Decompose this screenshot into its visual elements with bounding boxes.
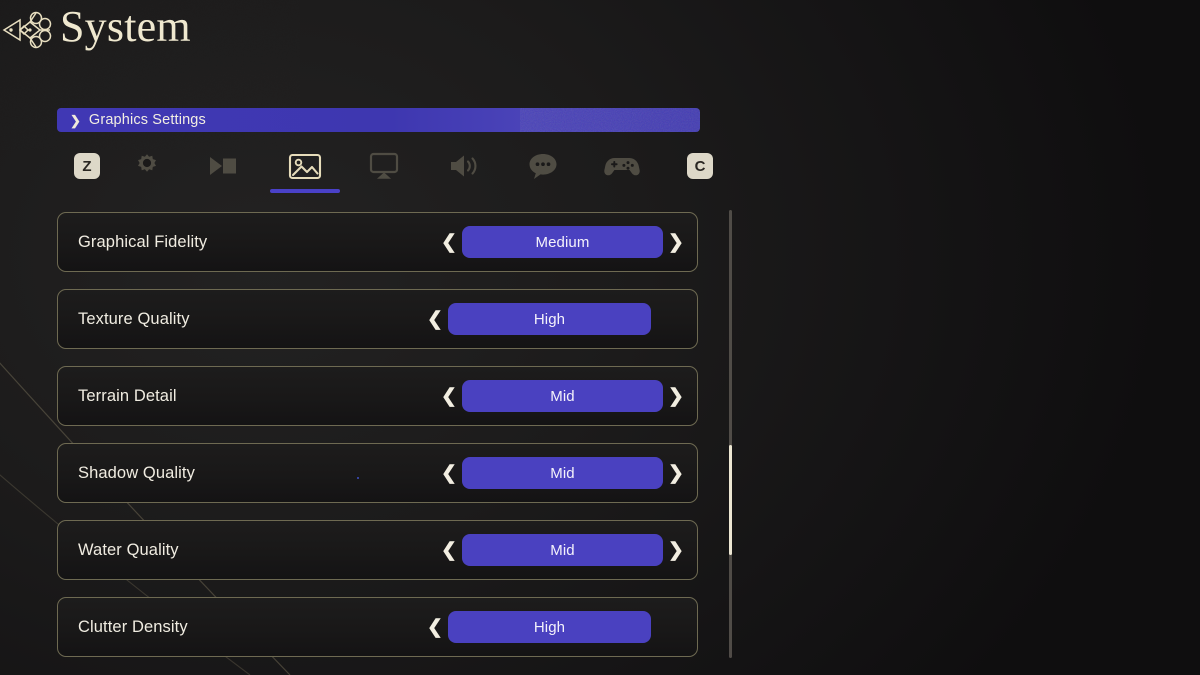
breadcrumb-noise-texture	[520, 108, 700, 132]
chevron-right-icon[interactable]: ❯	[667, 464, 685, 483]
chevron-left-icon[interactable]: ❮	[440, 541, 458, 560]
setting-row[interactable]: Texture Quality ❮ High	[57, 289, 698, 349]
tab-general[interactable]	[117, 145, 177, 200]
keycap-c: C	[687, 153, 713, 179]
image-icon	[288, 153, 322, 179]
setting-value-pill[interactable]: Mid	[462, 534, 663, 566]
setting-label: Water Quality	[78, 540, 179, 559]
chevron-right-icon[interactable]: ❯	[667, 233, 685, 252]
tab-graphics[interactable]	[270, 145, 340, 200]
celtic-knot-ornament-icon	[2, 11, 52, 49]
chevron-left-icon[interactable]: ❮	[426, 618, 444, 637]
speaker-icon	[451, 155, 477, 177]
speech-bubble-icon	[529, 154, 557, 179]
setting-row[interactable]: Graphical Fidelity ❮ Medium ❯	[57, 212, 698, 272]
settings-scrollbar[interactable]	[729, 210, 732, 658]
setting-stepper: ❮ High	[426, 290, 697, 348]
stray-pixel-artifact	[357, 477, 359, 479]
setting-row[interactable]: Clutter Density ❮ High	[57, 597, 698, 657]
breadcrumb-label: Graphics Settings	[88, 112, 206, 128]
setting-stepper: ❮ Mid ❯	[440, 367, 697, 425]
scrollbar-track[interactable]	[729, 210, 732, 658]
setting-label: Graphical Fidelity	[78, 232, 208, 251]
settings-list: Graphical Fidelity ❮ Medium ❯ Texture Qualit…	[57, 212, 700, 664]
page-title: System	[60, 2, 191, 51]
setting-stepper: ❮ High	[426, 598, 697, 656]
setting-label: Texture Quality	[78, 309, 190, 328]
setting-value-pill[interactable]: High	[448, 611, 651, 643]
tab-media[interactable]	[195, 145, 255, 200]
chevron-left-icon[interactable]: ❮	[440, 387, 458, 406]
tab-key-z[interactable]: Z	[57, 145, 117, 200]
setting-row[interactable]: Terrain Detail ❮ Mid ❯	[57, 366, 698, 426]
gear-icon	[138, 154, 156, 172]
setting-stepper: ❮ Mid ❯	[440, 521, 697, 579]
settings-tab-strip: ZC	[57, 145, 713, 200]
setting-row[interactable]: Water Quality ❮ Mid ❯	[57, 520, 698, 580]
chevron-right-icon[interactable]: ❯	[667, 387, 685, 406]
chevron-left-icon[interactable]: ❮	[426, 310, 444, 329]
tab-controller[interactable]	[592, 145, 652, 200]
setting-value-pill[interactable]: Medium	[462, 226, 663, 258]
tab-audio[interactable]	[434, 145, 494, 200]
active-tab-indicator	[270, 189, 340, 193]
game-settings-screen: System ❯ Graphics Settings ZC Graphical …	[0, 0, 1200, 675]
setting-stepper: ❮ Mid ❯	[440, 444, 697, 502]
setting-value-pill[interactable]: High	[448, 303, 651, 335]
setting-row[interactable]: Shadow Quality ❮ Mid ❯	[57, 443, 698, 503]
breadcrumb-chevron-icon: ❯	[70, 112, 81, 128]
setting-label: Terrain Detail	[78, 386, 177, 405]
chevron-right-icon[interactable]: ❯	[667, 541, 685, 560]
setting-value-pill[interactable]: Mid	[462, 380, 663, 412]
monitor-icon	[369, 152, 399, 179]
tab-key-c[interactable]: C	[670, 145, 730, 200]
gamepad-icon	[604, 158, 640, 176]
video-icon	[210, 157, 236, 175]
tab-dialogue[interactable]	[513, 145, 573, 200]
chevron-left-icon[interactable]: ❮	[440, 233, 458, 252]
keycap-z: Z	[74, 153, 100, 179]
setting-value-pill[interactable]: Mid	[462, 457, 663, 489]
setting-stepper: ❮ Medium ❯	[440, 213, 697, 271]
setting-label: Shadow Quality	[78, 463, 195, 482]
scrollbar-thumb[interactable]	[729, 445, 732, 555]
setting-label: Clutter Density	[78, 617, 188, 636]
tab-display[interactable]	[354, 145, 414, 200]
breadcrumb-bar[interactable]: ❯ Graphics Settings	[57, 108, 700, 132]
page-header: System	[0, 2, 191, 58]
chevron-left-icon[interactable]: ❮	[440, 464, 458, 483]
